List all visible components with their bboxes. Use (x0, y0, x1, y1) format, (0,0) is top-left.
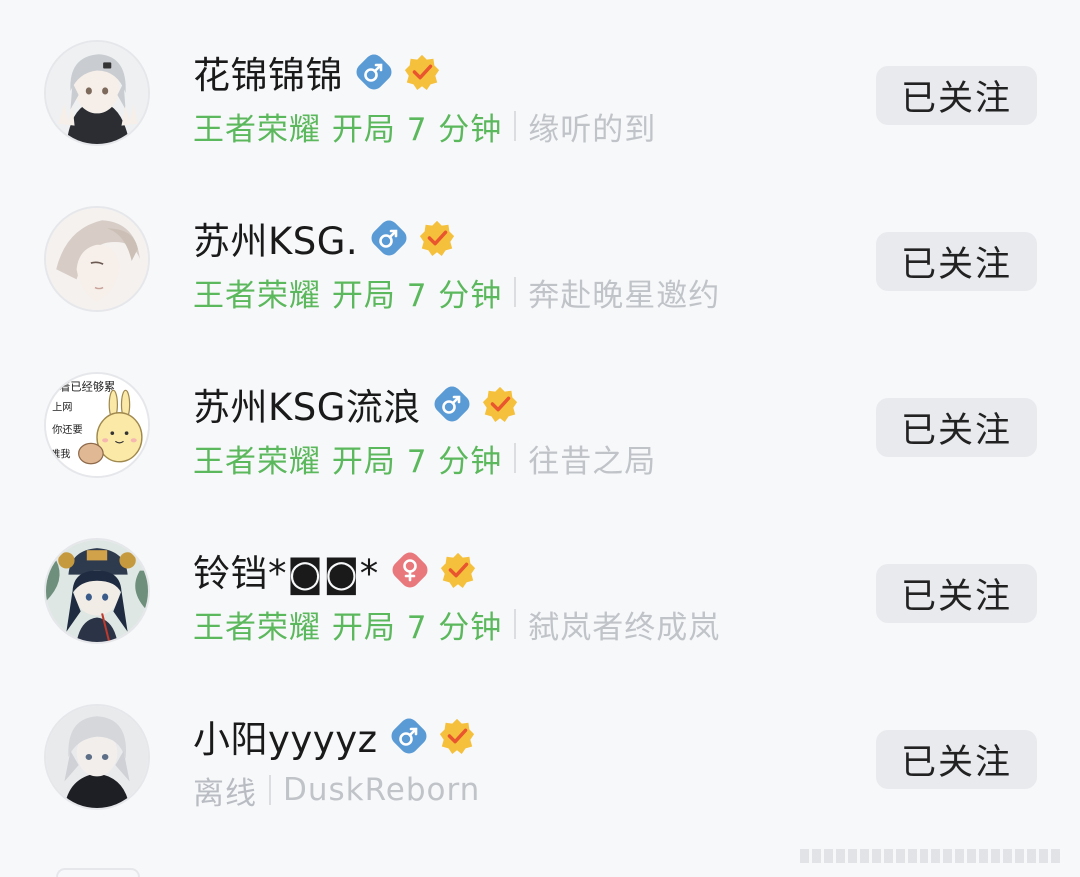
divider (514, 609, 517, 639)
followed-button[interactable]: 已关注 (876, 564, 1037, 623)
friend-row[interactable]: 铃铛*◙◙* 王者荣耀 开局 7 分钟 弑岚者终成岚 已关注 (0, 498, 1080, 664)
signature: 往昔之局 (528, 443, 657, 480)
verified-badge-icon (481, 385, 519, 423)
male-symbol-icon (367, 216, 411, 260)
avatar[interactable] (44, 538, 150, 644)
divider (514, 111, 517, 141)
friend-name: 铃铛*◙◙* (193, 552, 379, 595)
verified-badge-icon (438, 717, 476, 755)
male-symbol-icon (430, 382, 474, 426)
male-symbol-icon (352, 50, 396, 94)
signature: 弑岚者终成岚 (528, 609, 721, 646)
game-status: 王者荣耀 开局 7 分钟 (193, 111, 503, 148)
next-avatar-peek (56, 868, 140, 877)
meme-text: 难我 (50, 449, 70, 461)
verified-badge-icon (403, 53, 441, 91)
friend-list: 花锦锦锦 王者荣耀 开局 7 分钟 缘听的到 已关注 苏州KSG. 王者荣耀 开… (0, 0, 1080, 877)
divider (514, 277, 517, 307)
friend-name: 花锦锦锦 (193, 54, 343, 97)
watermark-bar (800, 848, 1060, 864)
signature: 奔赴晚星邀约 (528, 277, 721, 314)
friend-row[interactable]: 苏州KSG. 王者荣耀 开局 7 分钟 奔赴晚星邀约 已关注 (0, 166, 1080, 332)
game-status: 王者荣耀 开局 7 分钟 (193, 443, 503, 480)
followed-button[interactable]: 已关注 (876, 232, 1037, 291)
friend-row[interactable]: 花锦锦锦 王者荣耀 开局 7 分钟 缘听的到 已关注 (0, 0, 1080, 166)
divider (269, 775, 271, 805)
friend-name: 苏州KSG流浪 (193, 386, 421, 429)
verified-badge-icon (439, 551, 477, 589)
followed-button[interactable]: 已关注 (876, 398, 1037, 457)
followed-button[interactable]: 已关注 (876, 66, 1037, 125)
meme-text: 上网 (52, 402, 72, 414)
friend-name: 苏州KSG. (193, 220, 359, 263)
male-symbol-icon (387, 714, 430, 758)
friend-row[interactable]: 看着已经够累 上网 你还要 难我 苏州KSG流浪 王者荣耀 开局 7 分钟 往昔… (0, 332, 1080, 498)
avatar[interactable] (44, 206, 150, 312)
signature: 缘听的到 (528, 111, 657, 148)
avatar[interactable] (44, 704, 150, 810)
verified-badge-icon (418, 219, 456, 257)
friend-name: 小阳yyyyz (193, 718, 378, 761)
avatar[interactable] (44, 40, 150, 146)
meme-text: 你还要 (52, 423, 83, 436)
avatar[interactable]: 看着已经够累 上网 你还要 难我 (44, 372, 150, 478)
female-symbol-icon (388, 548, 432, 592)
offline-status: 离线 (193, 775, 257, 812)
game-status: 王者荣耀 开局 7 分钟 (193, 609, 503, 646)
signature: DuskReborn (283, 772, 481, 808)
divider (514, 443, 517, 473)
friend-row[interactable]: 小阳yyyyz 离线 DuskReborn 已关注 (0, 664, 1080, 830)
game-status: 王者荣耀 开局 7 分钟 (193, 277, 503, 314)
meme-text: 看着已经够累 (48, 379, 115, 393)
followed-button[interactable]: 已关注 (876, 730, 1037, 789)
